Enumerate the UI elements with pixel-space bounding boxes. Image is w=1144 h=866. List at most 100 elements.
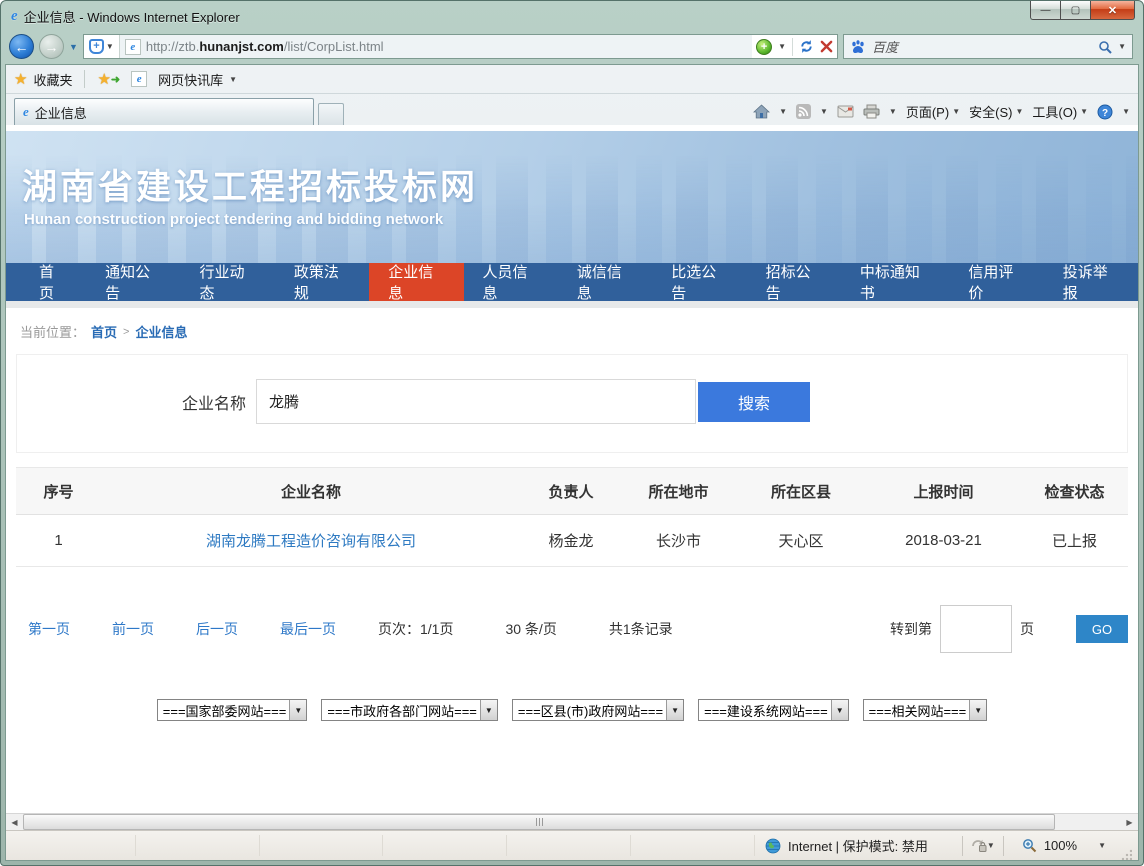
tools-menu[interactable]: 工具(O)▼ xyxy=(1032,102,1088,121)
home-icon[interactable] xyxy=(753,104,770,119)
nav-item-corp-info[interactable]: 企业信息 xyxy=(369,263,463,301)
zoom-magnifier-icon xyxy=(1022,838,1037,853)
refresh-button[interactable] xyxy=(799,39,814,54)
chevron-down-icon: ▼ xyxy=(480,700,497,720)
addon-icon[interactable]: + xyxy=(756,39,772,55)
nav-item-industry[interactable]: 行业动态 xyxy=(181,263,275,301)
nav-item-policy[interactable]: 政策法规 xyxy=(275,263,369,301)
zoom-dropdown: ▼ xyxy=(1098,841,1106,850)
protected-mode-dropdown[interactable]: ▼ xyxy=(987,841,995,850)
nav-item-credit-info[interactable]: 诚信信息 xyxy=(558,263,652,301)
select-related-sites[interactable]: ===相关网站===▼ xyxy=(863,699,988,721)
search-panel: 企业名称 搜索 xyxy=(16,354,1128,453)
select-construction-sites[interactable]: ===建设系统网站===▼ xyxy=(698,699,849,721)
nav-item-comparison[interactable]: 比选公告 xyxy=(652,263,746,301)
cell-city: 长沙市 xyxy=(621,515,736,567)
select-national-sites[interactable]: ===国家部委网站===▼ xyxy=(157,699,308,721)
col-check-status: 检查状态 xyxy=(1021,468,1128,515)
chevron-down-icon[interactable]: ▼ xyxy=(229,75,237,84)
divider xyxy=(792,38,793,56)
new-tab-button[interactable] xyxy=(318,103,344,125)
chevron-down-icon: ▼ xyxy=(106,42,114,51)
chevron-down-icon: ▼ xyxy=(952,107,960,116)
favorites-button[interactable]: 收藏夹 xyxy=(33,70,72,89)
close-button[interactable]: ✕ xyxy=(1090,1,1135,20)
scrollbar-thumb[interactable] xyxy=(23,814,1055,830)
url-text[interactable]: http://ztb.hunanjst.com/list/CorpList.ht… xyxy=(146,39,752,54)
feed-dropdown[interactable]: ▼ xyxy=(820,107,828,116)
address-bar[interactable]: + ▼ e http://ztb.hunanjst.com/list/CorpL… xyxy=(83,34,838,59)
prev-page-link[interactable]: 前一页 xyxy=(112,619,154,639)
window-title: 企业信息 - Windows Internet Explorer xyxy=(24,7,240,26)
go-button[interactable]: GO xyxy=(1076,615,1128,643)
print-icon[interactable] xyxy=(863,104,880,119)
add-favorite-icon[interactable]: ★ xyxy=(97,70,110,88)
goto-suffix: 页 xyxy=(1020,619,1034,639)
table-header-row: 序号 企业名称 负责人 所在地市 所在区县 上报时间 检查状态 xyxy=(16,468,1128,515)
safety-menu[interactable]: 安全(S)▼ xyxy=(969,102,1023,121)
last-page-link[interactable]: 最后一页 xyxy=(280,619,336,639)
corp-name-label: 企业名称 xyxy=(182,390,246,414)
nav-item-home[interactable]: 首页 xyxy=(20,263,86,301)
divider xyxy=(1003,836,1004,856)
command-bar: ▼ ▼ ▼ 页面(P)▼ 安全(S)▼ 工具(O)▼ ? ▼ xyxy=(753,102,1130,125)
breadcrumb-current[interactable]: 企业信息 xyxy=(135,322,187,341)
minimize-button[interactable]: — xyxy=(1030,1,1060,20)
zoom-control[interactable]: 100% ▼ xyxy=(1012,838,1116,853)
magnifier-icon[interactable] xyxy=(1098,40,1112,54)
back-button[interactable]: ← xyxy=(9,34,34,59)
print-dropdown[interactable]: ▼ xyxy=(889,107,897,116)
col-manager: 负责人 xyxy=(521,468,621,515)
addon-dropdown[interactable]: ▼ xyxy=(778,42,786,51)
select-county-gov-sites[interactable]: ===区县(市)政府网站===▼ xyxy=(512,699,684,721)
protected-mode-icon[interactable] xyxy=(971,839,987,853)
compatibility-view-button[interactable]: + ▼ xyxy=(84,35,120,58)
tab-active[interactable]: e 企业信息 xyxy=(14,98,314,125)
help-dropdown[interactable]: ▼ xyxy=(1122,107,1130,116)
corp-name-link[interactable]: 湖南龙腾工程造价咨询有限公司 xyxy=(206,533,416,550)
corp-table: 序号 企业名称 负责人 所在地市 所在区县 上报时间 检查状态 1 湖南龙腾工程… xyxy=(16,467,1128,567)
breadcrumb-home-link[interactable]: 首页 xyxy=(91,322,117,341)
history-dropdown[interactable]: ▼ xyxy=(69,42,78,52)
first-page-link[interactable]: 第一页 xyxy=(28,619,70,639)
baidu-icon xyxy=(850,39,866,55)
stop-button[interactable] xyxy=(820,40,833,53)
scroll-right-arrow[interactable]: ▶ xyxy=(1121,814,1138,830)
nav-item-complaints[interactable]: 投诉举报 xyxy=(1044,263,1138,301)
mail-icon[interactable] xyxy=(837,105,854,118)
resize-grip[interactable] xyxy=(1120,848,1132,860)
nav-item-credit-eval[interactable]: 信用评价 xyxy=(949,263,1043,301)
search-button[interactable]: 搜索 xyxy=(698,382,810,422)
cell-seq: 1 xyxy=(16,515,101,567)
chevron-down-icon: ▼ xyxy=(1015,107,1023,116)
scrollbar-track[interactable] xyxy=(23,814,1121,830)
home-dropdown[interactable]: ▼ xyxy=(779,107,787,116)
shield-plus-icon: + xyxy=(89,39,104,54)
corp-name-input[interactable] xyxy=(256,379,696,424)
next-page-link[interactable]: 后一页 xyxy=(196,619,238,639)
web-slices-button[interactable]: 网页快讯库 xyxy=(158,70,223,89)
rss-feed-icon[interactable] xyxy=(796,104,811,119)
maximize-button[interactable]: ▢ xyxy=(1060,1,1090,20)
col-county: 所在区县 xyxy=(736,468,866,515)
site-title: 湖南省建设工程招标投标网 xyxy=(22,159,478,210)
goto-page-input[interactable] xyxy=(940,605,1012,653)
site-banner: 湖南省建设工程招标投标网 Hunan construction project … xyxy=(6,131,1138,263)
nav-item-award-notice[interactable]: 中标通知书 xyxy=(841,263,949,301)
nav-item-tender[interactable]: 招标公告 xyxy=(747,263,841,301)
nav-item-personnel[interactable]: 人员信息 xyxy=(464,263,558,301)
chevron-down-icon: ▼ xyxy=(969,700,986,720)
search-dropdown[interactable]: ▼ xyxy=(1118,42,1126,51)
forward-button[interactable]: → xyxy=(39,34,64,59)
scroll-left-arrow[interactable]: ◀ xyxy=(6,814,23,830)
nav-item-notices[interactable]: 通知公告 xyxy=(86,263,180,301)
breadcrumb-separator: > xyxy=(123,326,129,338)
col-city: 所在地市 xyxy=(621,468,736,515)
page-menu[interactable]: 页面(P)▼ xyxy=(906,102,960,121)
chevron-down-icon: ▼ xyxy=(831,700,848,720)
horizontal-scrollbar[interactable]: ◀ ▶ xyxy=(6,813,1138,830)
help-icon[interactable]: ? xyxy=(1097,104,1113,120)
col-report-date: 上报时间 xyxy=(866,468,1021,515)
select-city-gov-sites[interactable]: ===市政府各部门网站===▼ xyxy=(321,699,498,721)
search-bar[interactable]: 百度 ▼ xyxy=(843,34,1133,59)
